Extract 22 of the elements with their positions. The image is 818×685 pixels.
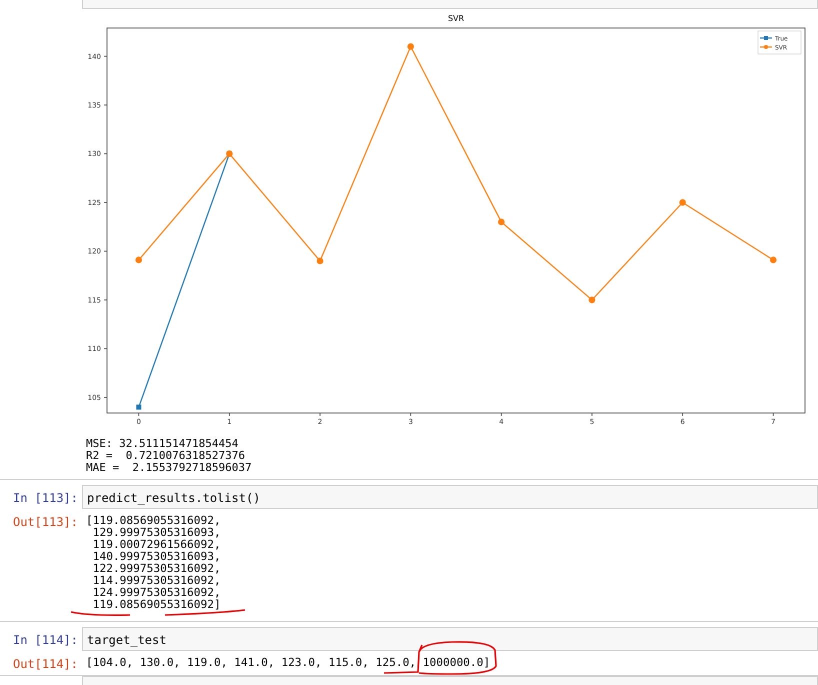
metrics-output: MSE: 32.511151471854454 R2 = 0.7210076318527376 MAE = 2.1553792718596037 — [86, 438, 253, 474]
input-prompt: In [114]: — [12, 632, 79, 648]
chart-title: SVR — [448, 14, 464, 23]
code-cell-input[interactable] — [82, 676, 818, 685]
square-marker — [136, 404, 142, 410]
output-text: [104.0, 130.0, 119.0, 141.0, 123.0, 115.0, 125.0, 1000000.0] — [85, 655, 490, 670]
circle-marker — [588, 296, 596, 304]
circle-marker — [498, 218, 505, 226]
circle-marker — [770, 256, 777, 264]
circle-marker — [135, 256, 142, 264]
circle-marker — [316, 258, 324, 264]
output-text: [119.08569055316092, 129.99975305316093, 119.00072961566092, 140.99975305316093, 122.99975305316092, 114.99975305316092, 124.99975305316092, 119.08569055316092] — [85, 513, 221, 612]
code-cell-input[interactable] — [82, 0, 818, 9]
code-input[interactable]: predict_results.tolist() — [82, 485, 818, 510]
input-prompt: In [113]: — [12, 490, 79, 506]
circle-marker — [679, 199, 686, 206]
output-prompt: Out[113]: — [12, 514, 79, 530]
circle-marker — [407, 43, 414, 50]
circle-marker — [226, 150, 233, 157]
legend-box — [758, 30, 802, 54]
output-prompt: Out[114]: — [12, 656, 79, 672]
code-input[interactable]: target_test — [82, 627, 818, 652]
